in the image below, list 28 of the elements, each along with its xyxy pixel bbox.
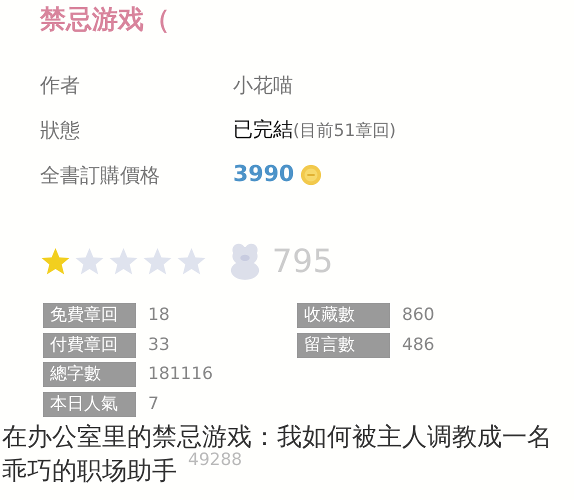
stat-label: 收藏數 — [297, 303, 390, 328]
star-icon — [108, 246, 139, 276]
stat-value: 33 — [148, 334, 170, 356]
info-value: 小花喵 — [233, 72, 293, 98]
stat-label: 免費章回 — [43, 303, 136, 328]
coin-icon — [300, 164, 322, 186]
stat-value: 486 — [402, 334, 434, 356]
caption-text: 在办公室里的禁忌游戏：我如何被主人调教成一名 — [2, 422, 552, 451]
stat-value: 181116 — [148, 363, 213, 386]
price-value: 3990 — [233, 161, 294, 189]
info-label: 作者 — [40, 72, 81, 98]
status-value: 已完結(目前51章回) — [233, 116, 396, 144]
stat-label: 本日人氣 — [43, 392, 136, 417]
star-icon — [176, 246, 207, 276]
stat-value: 860 — [402, 304, 434, 327]
caption-text: 乖巧的职场助手 — [2, 456, 177, 485]
stat-value: 7 — [148, 392, 159, 416]
star-icon — [142, 246, 173, 276]
stat-value: 18 — [148, 304, 170, 327]
stat-value: 49288 — [188, 448, 242, 472]
stat-label: 總字數 — [43, 362, 136, 388]
book-title: 禁忌游戏（ — [40, 4, 171, 37]
star-icon — [40, 246, 71, 276]
star-icon — [74, 246, 105, 276]
stat-label: 留言數 — [297, 332, 390, 358]
stat-label: 付費章回 — [43, 332, 136, 358]
info-label: 全書訂購價格 — [40, 162, 161, 188]
info-label: 狀態 — [40, 116, 81, 144]
